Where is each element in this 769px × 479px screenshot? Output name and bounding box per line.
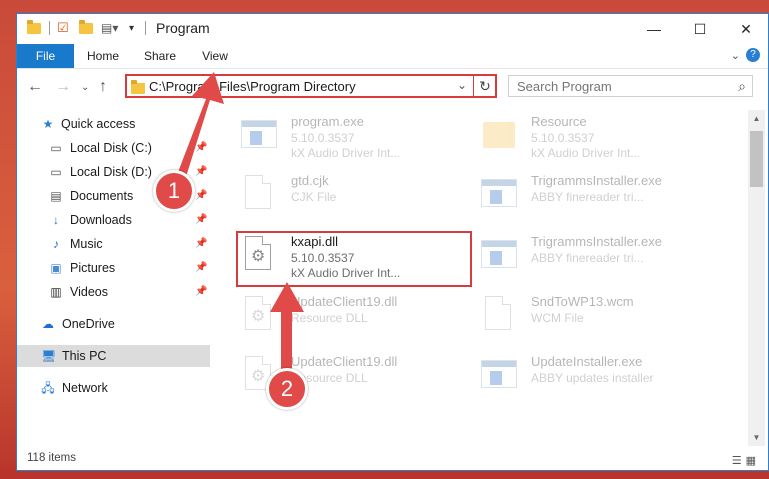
callout-badge-1: 1 <box>153 170 195 212</box>
callout-badge-2: 2 <box>266 368 308 410</box>
callout-arrow-1 <box>175 72 224 180</box>
callout-arrows <box>175 72 304 370</box>
callout-arrow-2 <box>270 282 304 370</box>
